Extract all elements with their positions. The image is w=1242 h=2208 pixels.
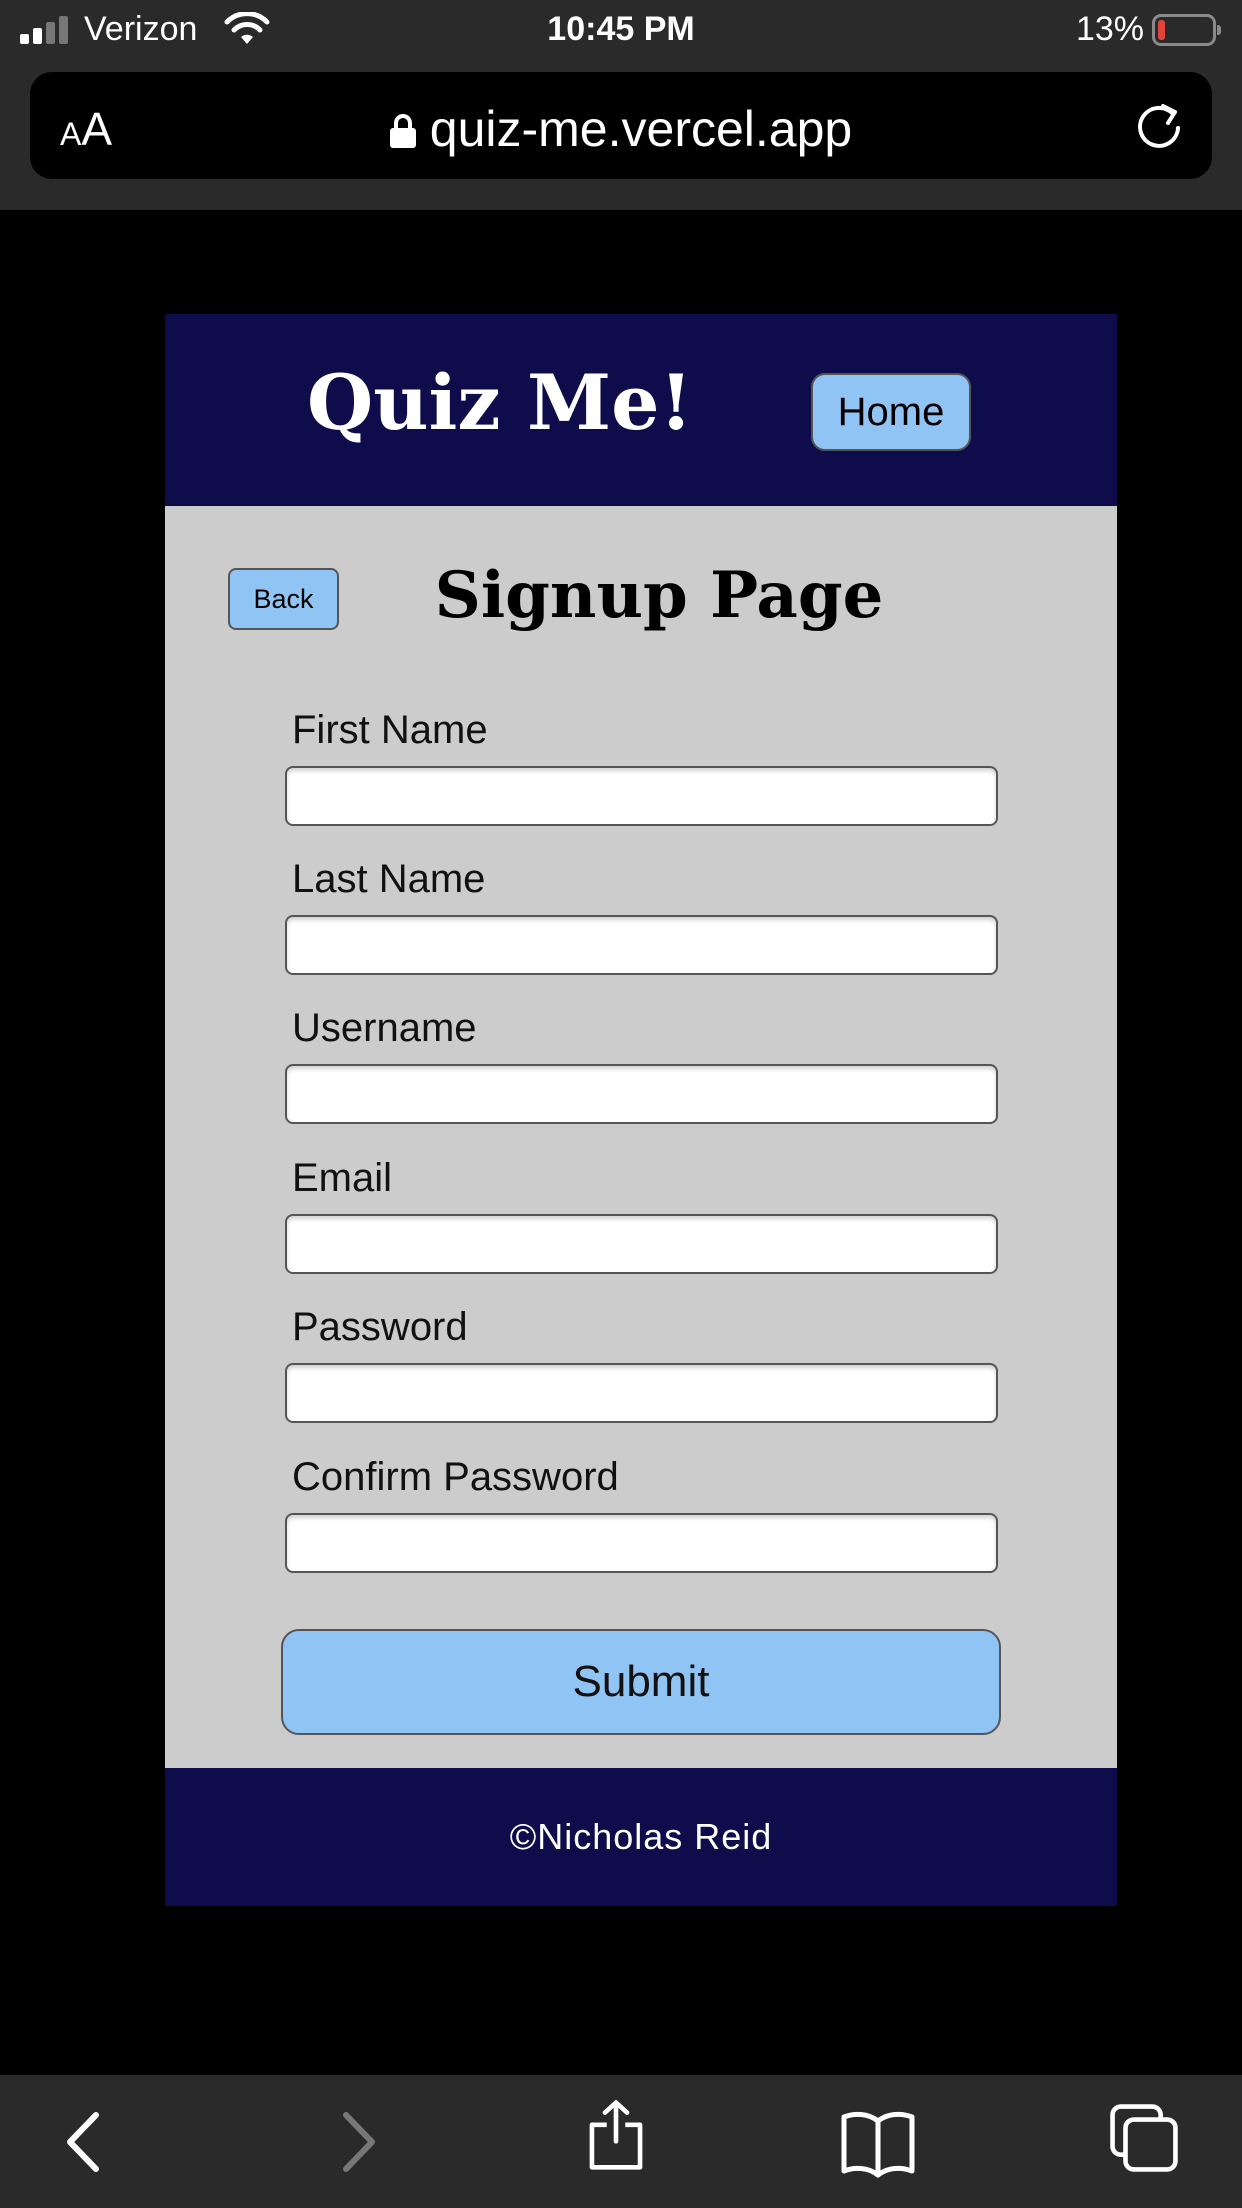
password-input[interactable] xyxy=(285,1363,998,1423)
tabs-icon[interactable] xyxy=(1104,2101,1184,2175)
first-name-input[interactable] xyxy=(285,766,998,826)
first-name-field: First Name xyxy=(285,702,998,826)
confirm-password-field: Confirm Password xyxy=(285,1449,998,1573)
browser-toolbar xyxy=(0,2075,1242,2208)
back-arrow-icon[interactable] xyxy=(46,2105,126,2179)
home-button[interactable]: Home xyxy=(811,373,971,451)
browser-chrome-top: AA quiz-me.vercel.app xyxy=(0,62,1242,210)
lock-icon xyxy=(389,114,416,148)
copyright-text: ©Nicholas Reid xyxy=(509,1816,773,1857)
site-title: Quiz Me! xyxy=(307,358,693,447)
bookmarks-icon[interactable] xyxy=(838,2105,918,2179)
battery-percent: 13% xyxy=(1075,10,1144,48)
forward-arrow-icon[interactable] xyxy=(316,2105,396,2179)
battery-icon xyxy=(1152,14,1221,46)
username-input[interactable] xyxy=(285,1064,998,1124)
signup-form-container: Back Signup Page First Name Last Name Us… xyxy=(165,506,1117,1768)
email-field: Email xyxy=(285,1150,998,1274)
site-header: Quiz Me! Home xyxy=(165,314,1117,506)
site-footer: ©Nicholas Reid xyxy=(165,1768,1117,1906)
last-name-label: Last Name xyxy=(292,857,486,901)
password-label: Password xyxy=(292,1305,468,1349)
share-icon[interactable] xyxy=(576,2097,656,2171)
last-name-field: Last Name xyxy=(285,851,998,975)
url-display[interactable]: quiz-me.vercel.app xyxy=(30,100,1212,158)
email-label: Email xyxy=(292,1156,393,1200)
clock: 10:45 PM xyxy=(547,10,695,48)
username-label: Username xyxy=(292,1006,477,1050)
last-name-input[interactable] xyxy=(285,915,998,975)
email-input[interactable] xyxy=(285,1214,998,1274)
page-title: Signup Page xyxy=(434,558,884,633)
web-page: Quiz Me! Home Back Signup Page First Nam… xyxy=(165,314,1117,1906)
url-text: quiz-me.vercel.app xyxy=(429,101,853,157)
password-field: Password xyxy=(285,1299,998,1423)
first-name-label: First Name xyxy=(292,708,488,752)
address-bar[interactable]: AA quiz-me.vercel.app xyxy=(30,72,1212,179)
username-field: Username xyxy=(285,1000,998,1124)
confirm-password-input[interactable] xyxy=(285,1513,998,1573)
status-bar: Verizon 10:45 PM 13% xyxy=(0,0,1242,62)
submit-button[interactable]: Submit xyxy=(281,1629,1001,1735)
confirm-password-label: Confirm Password xyxy=(292,1455,619,1499)
reload-icon[interactable] xyxy=(1134,100,1184,150)
